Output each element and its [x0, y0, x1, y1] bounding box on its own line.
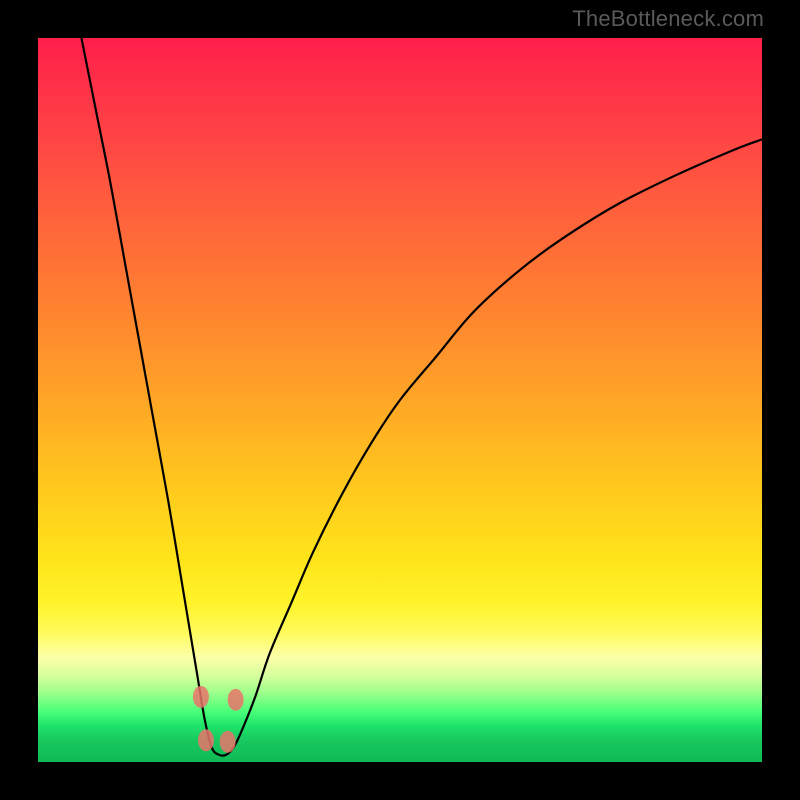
curve-marker [198, 729, 214, 751]
bottleneck-curve [81, 38, 762, 756]
curve-marker [193, 686, 209, 708]
curve-marker [220, 731, 236, 753]
watermark-text: TheBottleneck.com [572, 6, 764, 32]
chart-frame: TheBottleneck.com [0, 0, 800, 800]
curve-layer [38, 38, 762, 762]
curve-marker [228, 689, 244, 711]
plot-area [38, 38, 762, 762]
